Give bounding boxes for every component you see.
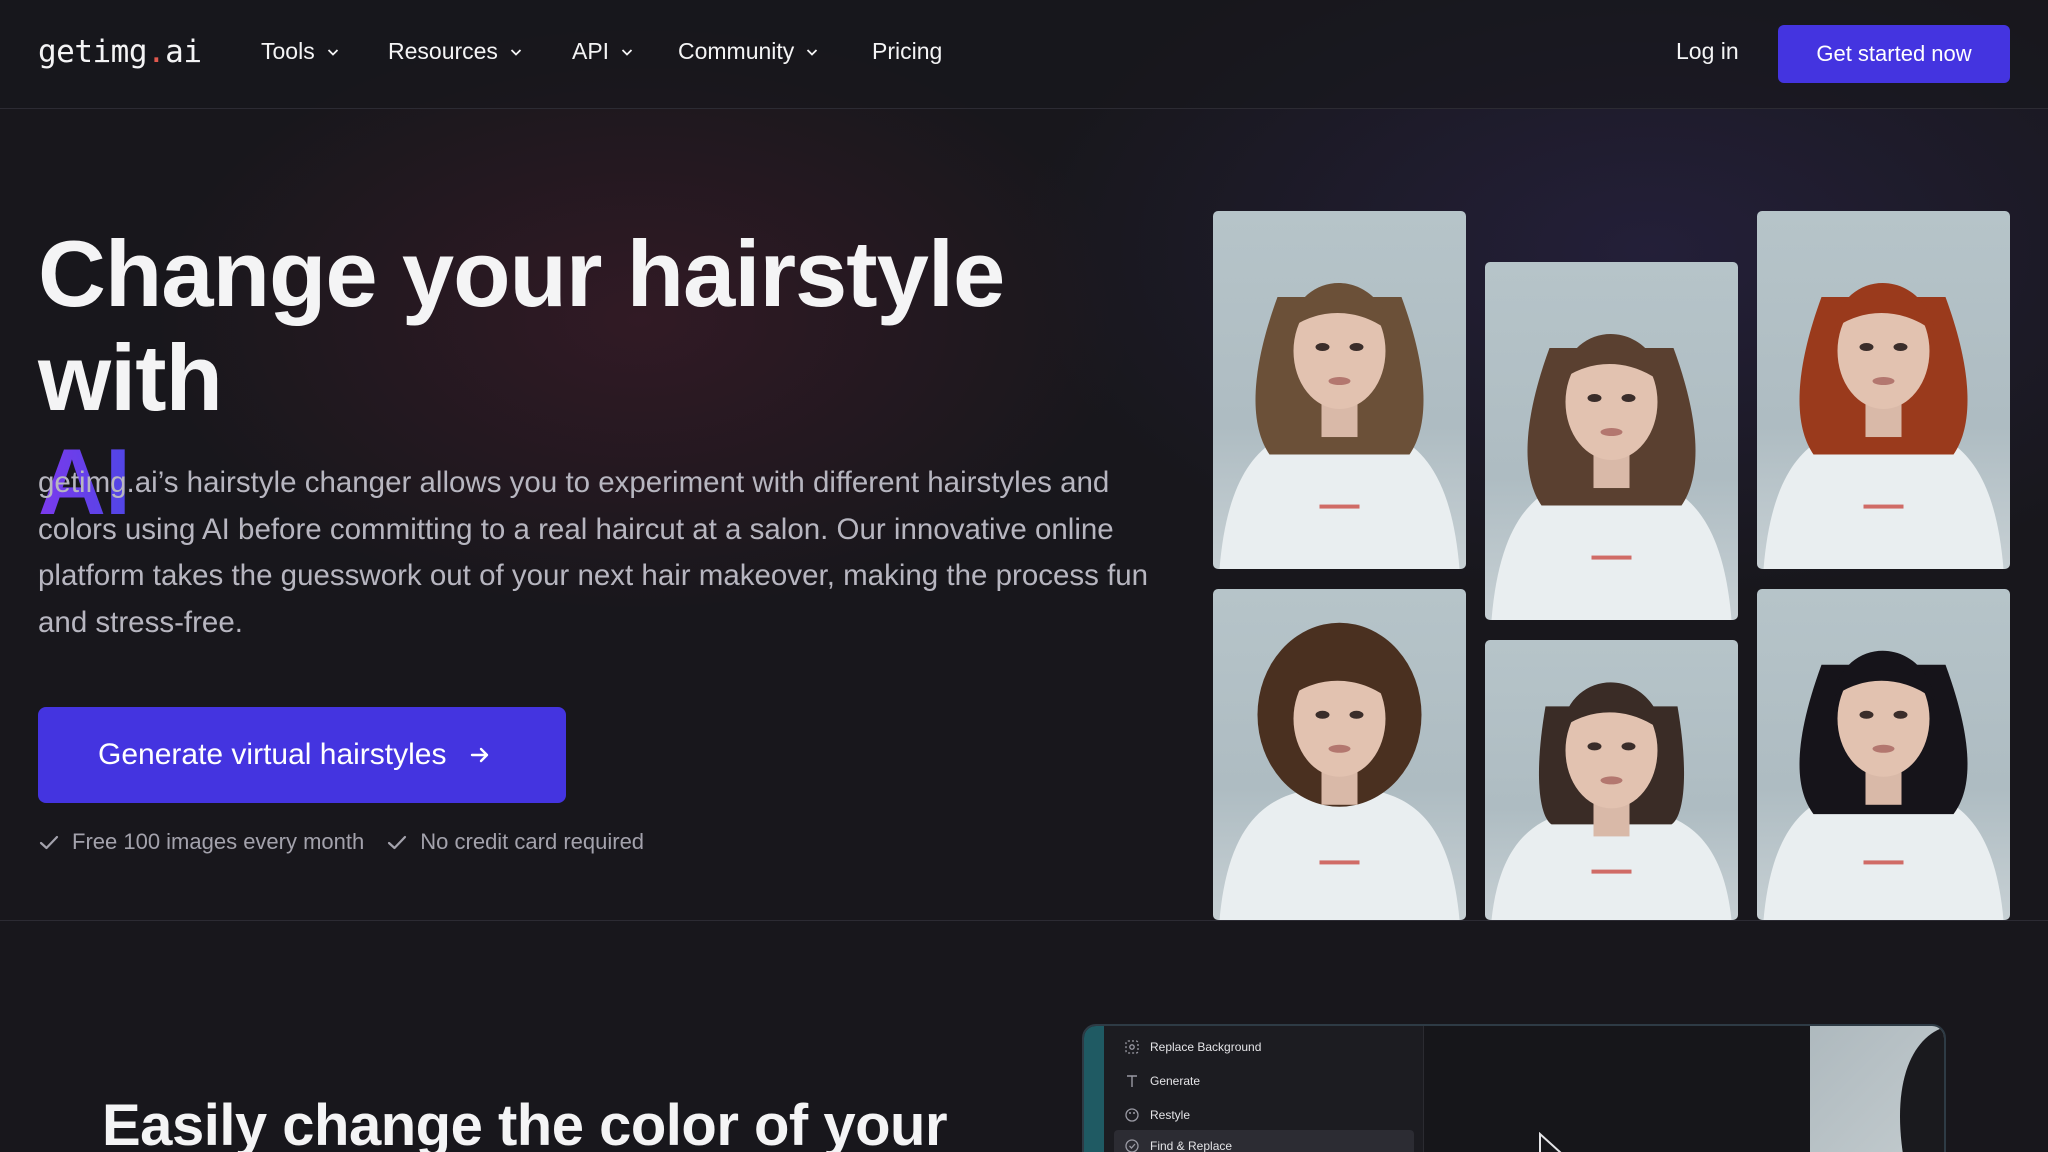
hairstyle-image — [1757, 589, 2010, 920]
nav-item-label: Tools — [261, 38, 315, 64]
nav-item-label: API — [572, 38, 610, 64]
perk-item: No credit card required — [386, 829, 644, 855]
palette-icon — [1125, 1108, 1139, 1122]
nav-item-label: Pricing — [872, 38, 943, 64]
logo-text: getimg — [38, 34, 147, 70]
nav-item-community[interactable]: Community — [678, 38, 818, 65]
logo-suffix: ai — [165, 34, 202, 70]
app-menu-label: Generate — [1150, 1074, 1201, 1088]
app-menu-item: Replace Background — [1124, 1039, 1261, 1055]
nav-item-pricing[interactable]: Pricing — [872, 38, 942, 65]
app-preview-photo — [1810, 1026, 1944, 1152]
perk-label: No credit card required — [420, 829, 645, 854]
chevron-down-icon — [327, 48, 338, 56]
button-label: Generate virtual hairstyles — [98, 738, 447, 771]
nav-item-resources[interactable]: Resources — [388, 38, 522, 65]
app-preview: Replace Background Generate Restyle Find… — [1082, 1024, 1946, 1152]
hairstyle-image — [1757, 211, 2010, 569]
logo[interactable]: getimg.ai — [38, 34, 202, 70]
app-menu-item: Restyle — [1124, 1107, 1190, 1123]
app-preview-sidebar: Replace Background Generate Restyle Find… — [1084, 1026, 1424, 1152]
replace-background-icon — [1125, 1040, 1139, 1054]
portrait-illustration — [1491, 682, 1732, 920]
nav-item-label: Resources — [388, 38, 498, 64]
nav-item-api[interactable]: API — [572, 38, 633, 65]
portrait-illustration — [1763, 650, 2004, 920]
top-nav: getimg.ai Tools Resources API Community … — [0, 0, 2048, 109]
text-icon — [1127, 1075, 1137, 1087]
nav-item-label: Community — [678, 38, 795, 64]
portrait-illustration — [1763, 283, 2004, 569]
portrait-illustration — [1219, 622, 1460, 920]
app-preview-edge — [1084, 1026, 1104, 1152]
app-menu-item: Generate — [1124, 1073, 1200, 1089]
login-link[interactable]: Log in — [1676, 38, 1739, 65]
hairstyle-image — [1213, 589, 1466, 920]
chevron-down-icon — [621, 48, 633, 56]
page: getimg.ai Tools Resources API Community … — [0, 0, 2048, 1152]
arrow-right-icon — [470, 747, 488, 763]
hairstyle-image — [1485, 640, 1738, 920]
hairstyle-image — [1485, 262, 1738, 620]
cursor-icon — [1539, 1132, 1562, 1152]
perk-label: Free 100 images every month — [72, 829, 365, 854]
chevron-down-icon — [807, 48, 818, 56]
hairstyle-image — [1213, 211, 1466, 569]
app-menu-label: Restyle — [1150, 1108, 1191, 1122]
app-preview-canvas — [1424, 1026, 1810, 1152]
hero-description: getimg.ai’s hairstyle changer allows you… — [38, 466, 1149, 639]
logo-dot: . — [146, 34, 166, 70]
page-title-text: Change your hairstyle with — [38, 221, 1005, 430]
portrait-illustration — [1219, 283, 1460, 569]
section-title: Easily change the color of your — [102, 1093, 948, 1152]
check-icon — [388, 835, 407, 850]
portrait-illustration — [1491, 334, 1732, 620]
perk-item: Free 100 images every month — [38, 829, 364, 855]
chevron-down-icon — [510, 48, 522, 56]
app-menu-label: Find & Replace — [1150, 1139, 1233, 1152]
generate-hairstyles-button[interactable]: Generate virtual hairstyles — [38, 707, 566, 803]
find-replace-icon — [1125, 1139, 1139, 1152]
check-icon — [39, 835, 59, 850]
perks-list: Free 100 images every month No credit ca… — [38, 829, 644, 855]
get-started-button[interactable]: Get started now — [1778, 25, 2010, 83]
app-menu-item: Find & Replace — [1124, 1138, 1232, 1152]
nav-item-tools[interactable]: Tools — [261, 38, 339, 65]
app-menu-label: Replace Background — [1150, 1040, 1262, 1054]
hair-photo-thumbnail — [1900, 1027, 1944, 1152]
